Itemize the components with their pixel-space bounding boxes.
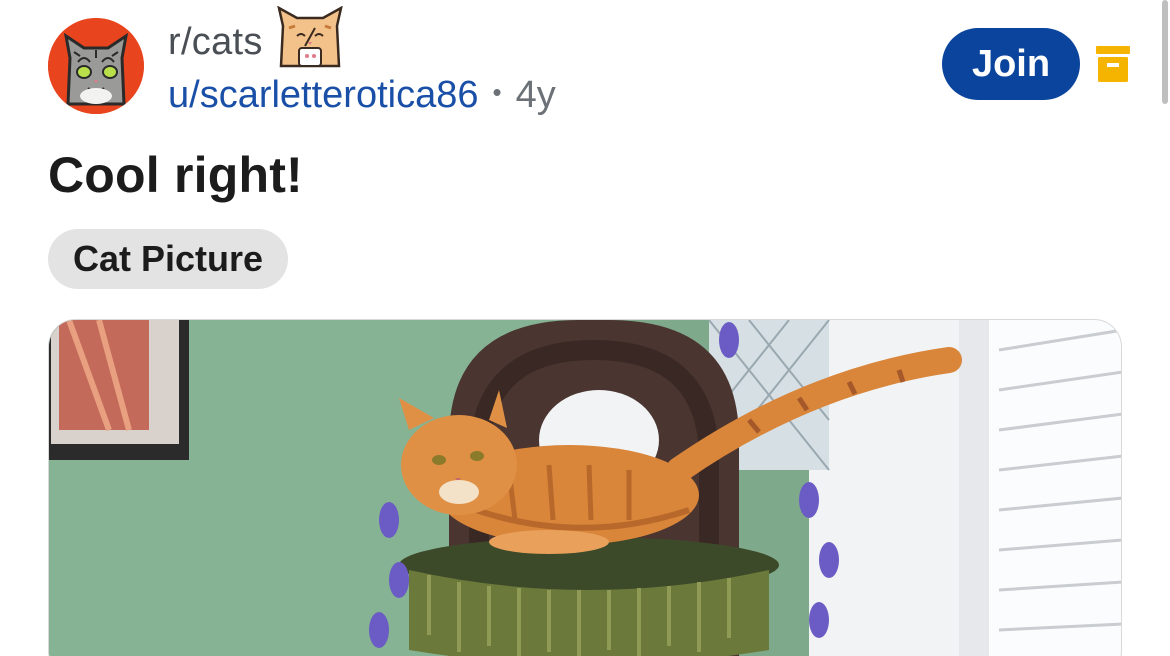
post-title[interactable]: Cool right! — [48, 146, 303, 204]
author-link[interactable]: u/scarletterotica86 — [168, 74, 479, 117]
post-age: 4y — [515, 74, 556, 116]
archive-icon[interactable] — [1096, 46, 1130, 82]
subreddit-avatar[interactable] — [48, 18, 144, 114]
cat-photo — [49, 320, 1121, 656]
subreddit-link[interactable]: r/cats — [168, 21, 263, 64]
scrollbar[interactable] — [1162, 0, 1168, 104]
author-row: u/scarletterotica86 • 4y — [168, 74, 556, 117]
meta-separator: • — [492, 77, 502, 107]
subreddit-cat-avatar-icon — [48, 18, 144, 114]
post-header: r/cats u/scarletterotica86 • 4y Join — [48, 6, 1138, 117]
join-button[interactable]: Join — [942, 28, 1080, 100]
post-image[interactable] — [48, 319, 1122, 656]
subreddit-row: r/cats — [168, 6, 556, 68]
post-meta: r/cats u/scarletterotica86 • 4y — [168, 6, 556, 117]
post-flair[interactable]: Cat Picture — [48, 229, 289, 289]
cat-emoji-icon — [276, 6, 343, 68]
